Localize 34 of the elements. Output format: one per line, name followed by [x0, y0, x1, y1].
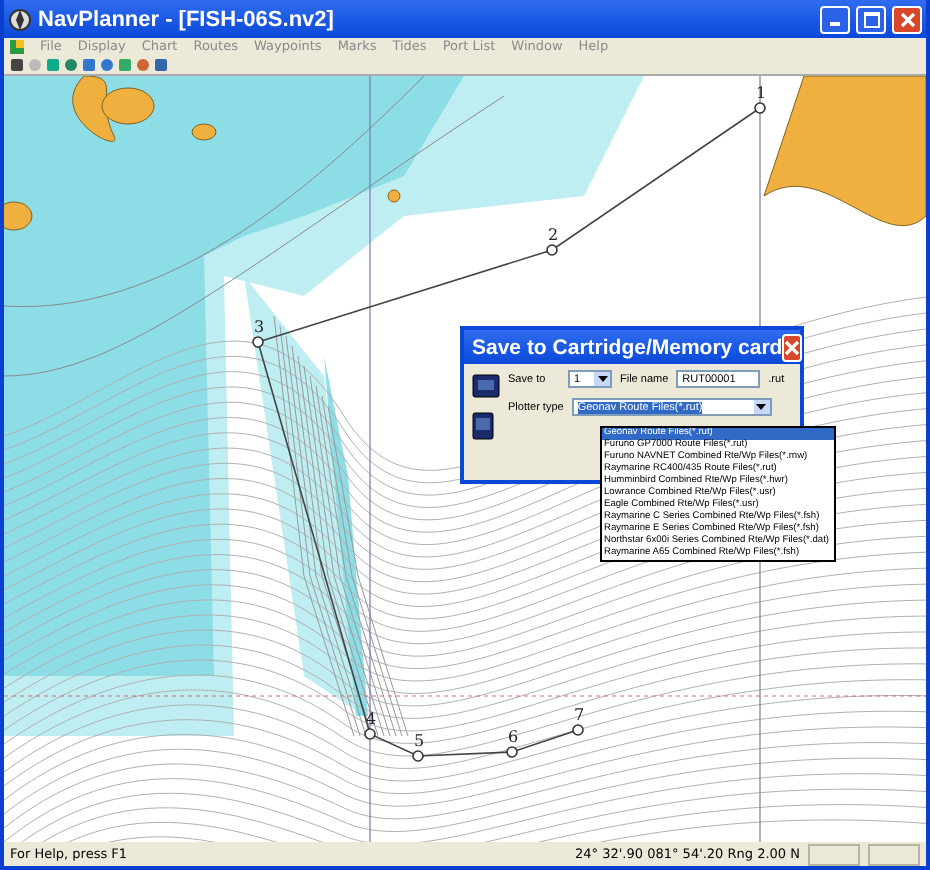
waypoint-label: 1 [756, 84, 767, 102]
caret-icon [756, 404, 767, 410]
waypoint-label: 7 [574, 706, 585, 724]
waypoint-label: 3 [254, 318, 265, 336]
close-button[interactable] [782, 333, 803, 361]
waypoint-label: 6 [508, 728, 519, 746]
waypoint-label: 2 [548, 226, 559, 244]
memory-card-icon [472, 412, 494, 440]
memory-card-icon [472, 374, 500, 398]
island [387, 189, 401, 203]
island [191, 123, 217, 141]
waypoint-label: 4 [366, 710, 377, 728]
waypoint-label: 5 [414, 732, 425, 750]
close-icon [899, 11, 915, 27]
caret-icon [597, 376, 607, 382]
waypoint-marker[interactable] [364, 728, 376, 740]
waypoint-marker[interactable] [412, 750, 424, 762]
waypoint-marker[interactable] [546, 244, 558, 256]
waypoint-marker[interactable] [572, 724, 584, 736]
waypoint-marker[interactable] [754, 102, 766, 114]
status-pane [808, 843, 860, 865]
minimize-button[interactable] [820, 5, 850, 33]
close-button[interactable] [892, 5, 922, 33]
close-icon [784, 339, 801, 355]
island [4, 201, 33, 231]
status-pane [868, 843, 920, 865]
dialog-title: Save to Cartridge/Memory card [472, 335, 783, 359]
window-title: NavPlanner - [FISH-06S.nv2] [38, 7, 336, 31]
maximize-button[interactable] [856, 5, 886, 33]
app-icon [10, 40, 24, 54]
maximize-icon [863, 11, 879, 27]
waypoint-marker[interactable] [506, 746, 518, 758]
waypoint-marker[interactable] [252, 336, 264, 348]
compass-icon [8, 7, 32, 31]
